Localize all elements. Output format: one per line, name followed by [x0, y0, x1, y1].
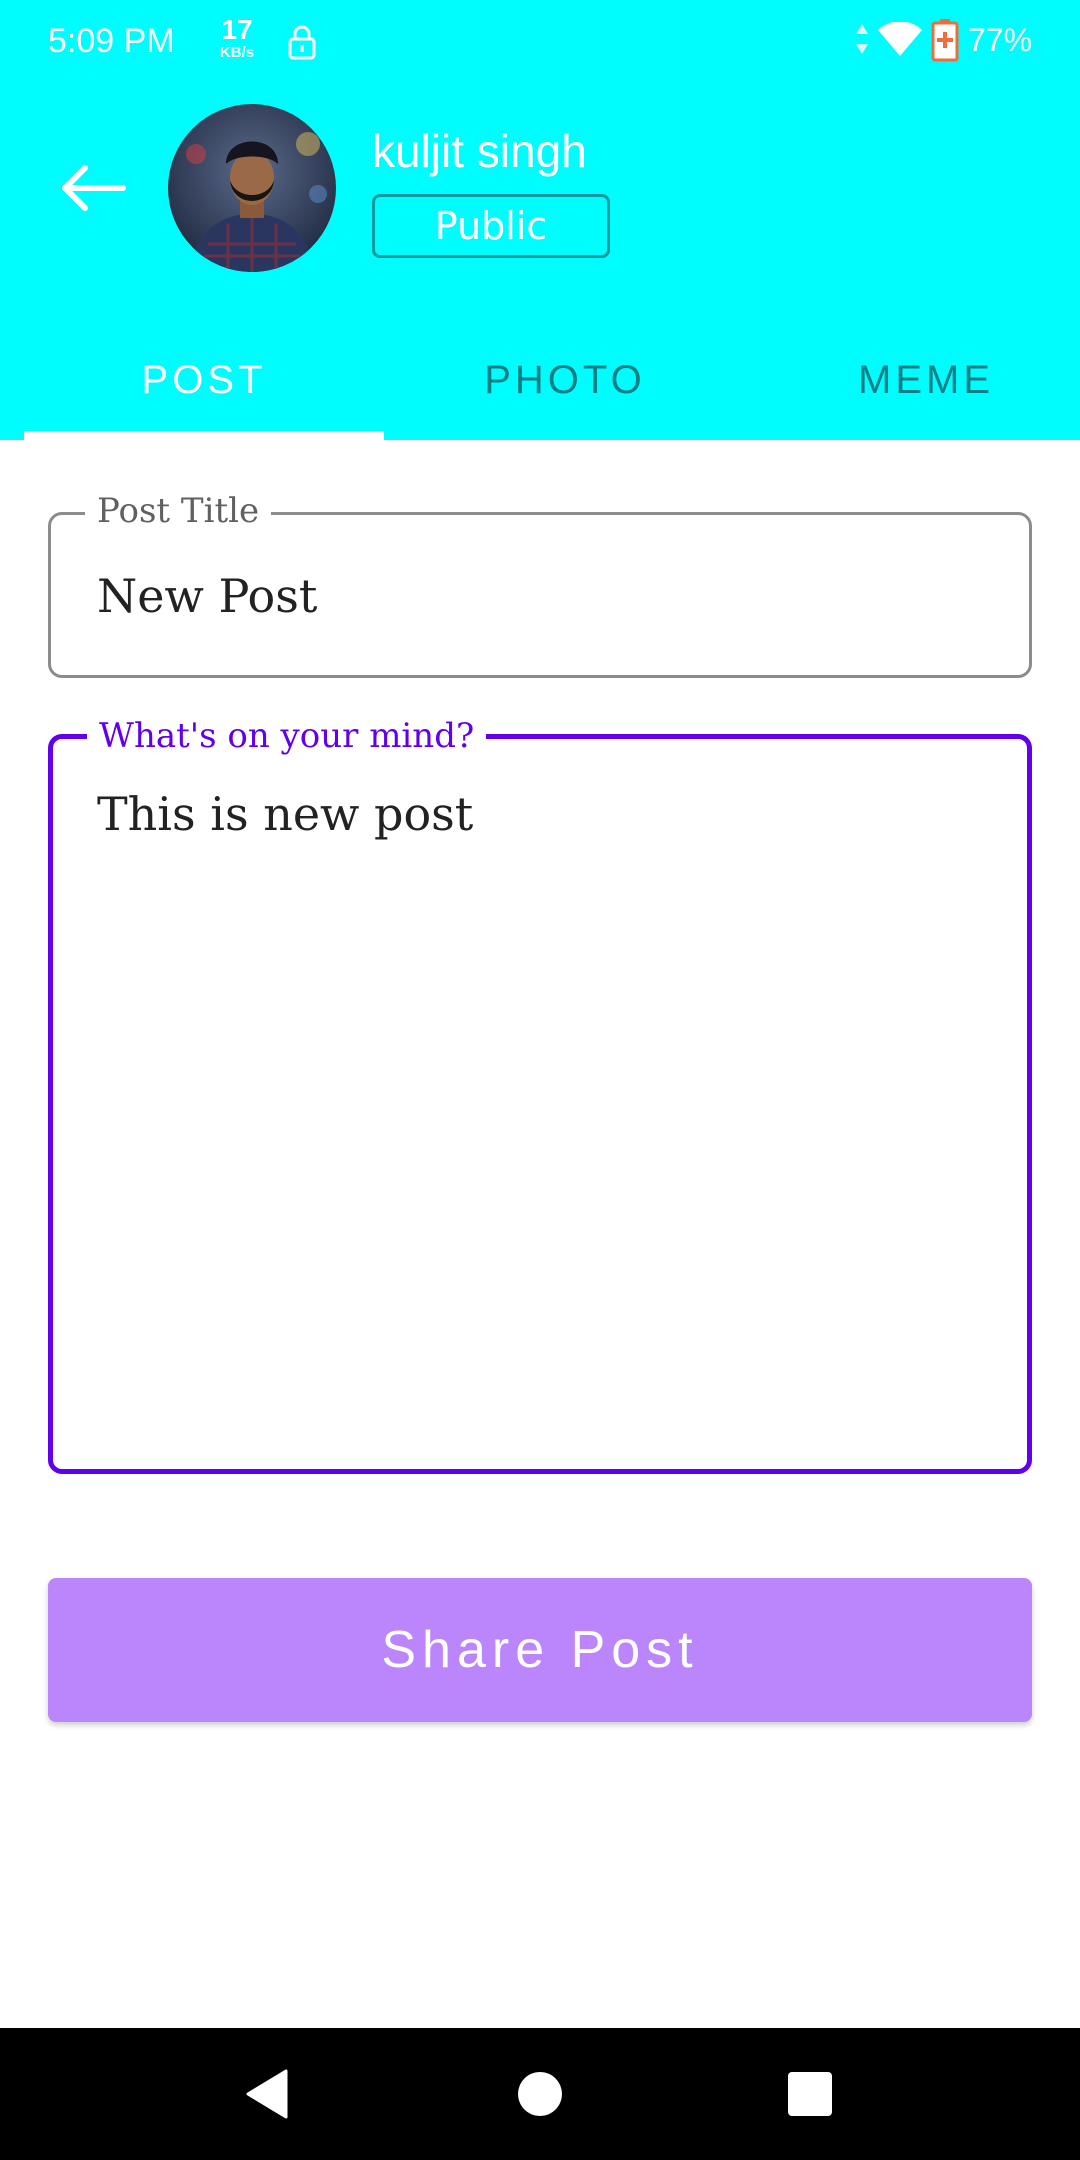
avatar[interactable] — [168, 104, 336, 272]
battery-charging-icon — [930, 18, 960, 62]
post-content-field[interactable]: What's on your mind? This is new post — [48, 714, 1032, 1474]
back-triangle-icon — [246, 2069, 288, 2119]
home-circle-icon — [518, 2072, 562, 2116]
network-speed-unit: KB/s — [219, 44, 255, 61]
post-content-input[interactable]: This is new post — [97, 787, 473, 841]
tab-post[interactable]: POST — [24, 320, 384, 440]
nav-home-button[interactable] — [504, 2058, 576, 2130]
post-title-field[interactable]: Post Title New Post — [48, 489, 1032, 678]
network-speed-value: 17 — [221, 14, 253, 45]
share-post-button[interactable]: Share Post — [48, 1578, 1032, 1722]
wifi-icon — [877, 21, 923, 58]
nav-back-button[interactable] — [232, 2058, 304, 2130]
tab-bar: POST PHOTO MEME — [24, 320, 1080, 440]
back-button[interactable] — [56, 150, 132, 226]
app-header: 5:09 PM 17 KB/s 77% kuljit singh Public … — [0, 0, 1080, 440]
tab-meme[interactable]: MEME — [746, 320, 1080, 440]
post-content-label: What's on your mind? — [87, 714, 487, 758]
network-speed: 17 KB/s — [210, 14, 264, 61]
battery-percent: 77% — [968, 22, 1033, 58]
tab-photo[interactable]: PHOTO — [385, 320, 745, 440]
arrow-left-icon — [62, 165, 126, 211]
status-time: 5:09 PM — [48, 22, 175, 60]
user-name: kuljit singh — [372, 125, 587, 177]
post-title-label: Post Title — [85, 489, 272, 533]
post-title-input[interactable]: New Post — [97, 569, 317, 623]
data-arrows-icon — [853, 22, 871, 56]
system-nav-bar — [0, 2028, 1080, 2160]
privacy-selector-button[interactable]: Public — [372, 194, 610, 258]
tab-indicator — [24, 431, 384, 440]
nav-recents-button[interactable] — [774, 2058, 846, 2130]
lock-icon — [286, 24, 318, 60]
recents-square-icon — [788, 2072, 832, 2116]
